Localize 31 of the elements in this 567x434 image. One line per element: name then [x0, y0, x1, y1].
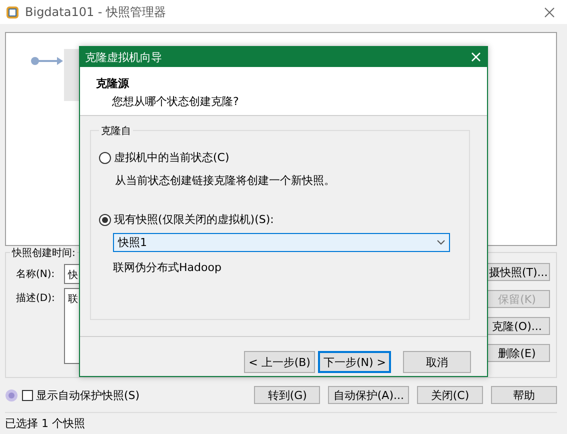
dialog-title: 克隆虚拟机向导: [85, 50, 162, 64]
app-icon: [6, 6, 19, 18]
wizard-button[interactable]: 取消: [403, 351, 471, 373]
wizard-heading: 克隆源: [96, 76, 130, 91]
close-icon[interactable]: [471, 52, 481, 62]
footer-button[interactable]: 转到(G): [254, 386, 320, 404]
snapshot-select[interactable]: 快照1: [113, 233, 450, 252]
autoprotect-checkbox[interactable]: [22, 390, 33, 400]
window-title: Bigdata101 - 快照管理器: [25, 4, 168, 20]
wizard-button[interactable]: < 上一步(B): [244, 351, 316, 373]
wizard-button[interactable]: 下一步(N) >: [318, 351, 391, 373]
name-label: 名称(N):: [16, 268, 56, 281]
radio-label: 现有快照(仅限关闭的虚拟机)(S):: [114, 212, 274, 227]
chevron-icon: [437, 240, 445, 245]
snapshot-description: 联网伪分布式Hadoop: [112, 260, 222, 275]
radio-button[interactable]: [99, 214, 111, 226]
status-text: 已选择 1 个快照: [5, 417, 85, 430]
description-label: 描述(D):: [16, 292, 56, 305]
footer-button[interactable]: 关闭(C): [417, 386, 483, 404]
footer-button[interactable]: 帮助: [491, 386, 557, 404]
autoprotect-icon: [5, 388, 18, 402]
autoprotect-label: 显示自动保护快照(S): [36, 388, 140, 402]
footer-button[interactable]: 自动保护(A)...: [328, 386, 409, 404]
group-label: 克隆自: [99, 124, 133, 138]
close-icon: [544, 6, 555, 18]
wizard-subheading: 您想从哪个状态创建克隆?: [111, 94, 240, 109]
radio-button[interactable]: [99, 152, 111, 164]
timeline-arrow-icon: [30, 56, 64, 66]
radio-label: 虚拟机中的当前状态(C): [114, 150, 230, 165]
option-description: 从当前状态创建链接克隆将创建一个新快照。: [114, 173, 336, 188]
created-label: 快照创建时间:: [10, 246, 78, 260]
